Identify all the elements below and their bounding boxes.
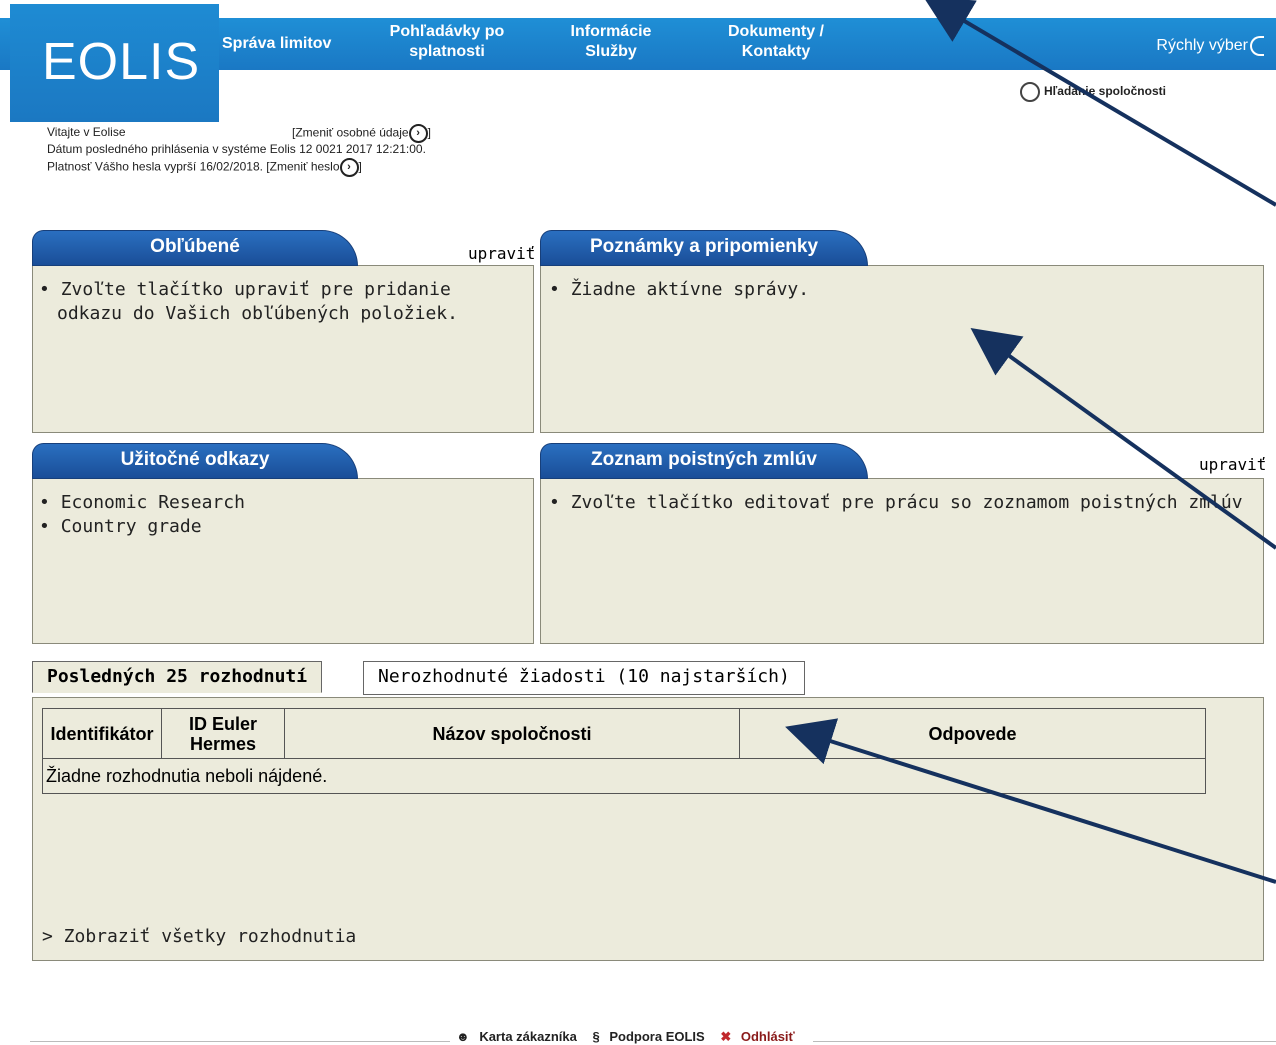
annotation-arrow — [923, 0, 1276, 207]
annotation-arrows — [785, 0, 1276, 884]
annotation-arrow — [785, 718, 1276, 884]
annotation-arrow — [970, 327, 1276, 550]
